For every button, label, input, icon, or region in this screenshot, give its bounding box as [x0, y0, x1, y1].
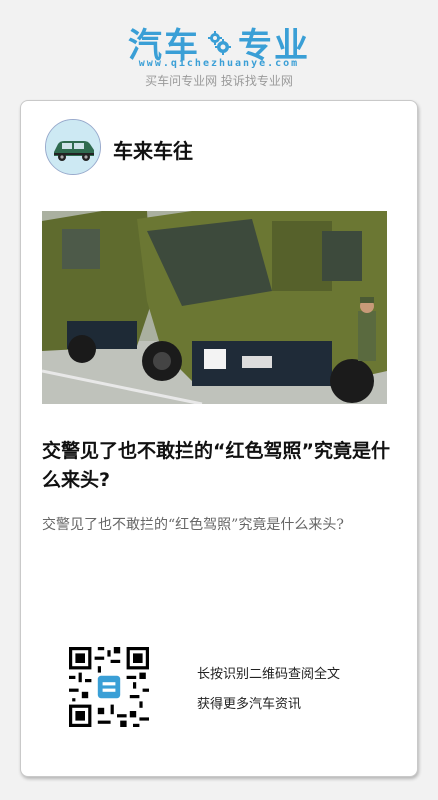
brand-slogan: 买车问专业网 投诉找专业网 — [145, 74, 293, 88]
article-share-card[interactable]: 车来车往 交警见了也不敢拦的“红色驾照”究竟是什么来头? 交警见了也不敢拦的“红… — [20, 100, 418, 777]
gear-icon — [208, 30, 231, 55]
article-title[interactable]: 交警见了也不敢拦的“红色驾照”究竟是什么来头? — [42, 437, 398, 495]
article-cover-image[interactable] — [42, 211, 387, 404]
article-summary: 交警见了也不敢拦的“红色驾照”究竟是什么来头? — [42, 517, 344, 533]
qr-instruction-line1: 长按识别二维码查阅全文 — [197, 667, 341, 682]
qr-instruction-line2: 获得更多汽车资讯 — [197, 697, 302, 712]
military-trucks-image — [42, 211, 387, 404]
car-icon — [46, 120, 100, 174]
channel-avatar[interactable] — [45, 119, 101, 175]
qr-code[interactable] — [69, 647, 149, 727]
brand-header: 汽车 专业 www.qichezhuanye.com 买车问专业网 投诉找专业网 — [0, 0, 438, 100]
qr-code-icon — [69, 647, 149, 727]
channel-name[interactable]: 车来车往 — [113, 135, 193, 164]
brand-url: www.qichezhuanye.com — [138, 58, 300, 69]
